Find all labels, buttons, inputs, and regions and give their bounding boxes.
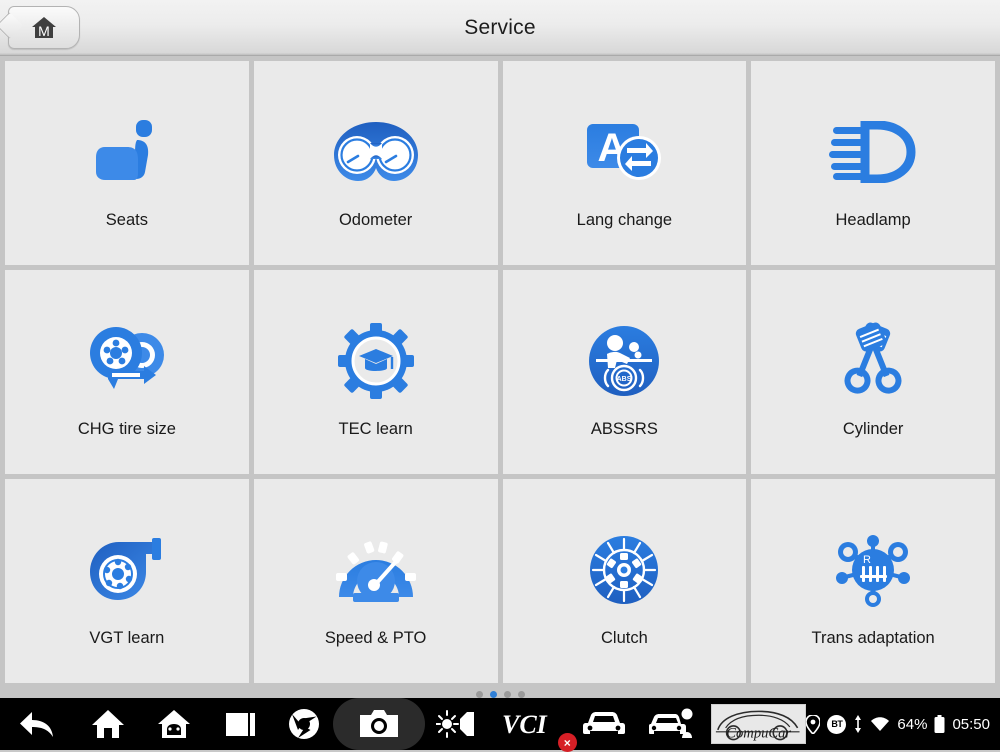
tile-label: Headlamp bbox=[835, 210, 911, 229]
android-house-icon bbox=[157, 708, 191, 740]
tile-speed-pto[interactable]: Speed & PTO bbox=[253, 479, 498, 683]
tile-label: Speed & PTO bbox=[324, 628, 427, 647]
svg-text:CompuCar: CompuCar bbox=[726, 726, 791, 742]
tile-chg-tire-size[interactable]: CHG tire size bbox=[5, 270, 249, 474]
tile-label: Lang change bbox=[576, 210, 673, 229]
gear-shift-pattern-icon: R bbox=[831, 515, 915, 625]
tile-abssrs[interactable]: ABS ABSSRS bbox=[502, 270, 747, 474]
tile-label: Cylinder bbox=[842, 419, 904, 438]
status-area: BT 64% 05:50 bbox=[806, 714, 1000, 734]
battery-percent-label: 64% bbox=[897, 715, 928, 733]
back-button[interactable] bbox=[0, 698, 74, 750]
page-dot-active[interactable] bbox=[489, 690, 497, 698]
page-dot[interactable] bbox=[503, 690, 511, 698]
location-pin-icon bbox=[806, 714, 821, 734]
page-dot[interactable] bbox=[475, 690, 483, 698]
screenshot-button[interactable] bbox=[333, 698, 425, 750]
title-bar: M Service bbox=[0, 0, 1000, 56]
svg-text:ABS: ABS bbox=[617, 376, 632, 383]
wifi-icon bbox=[870, 716, 890, 732]
language-swap-icon: A bbox=[582, 97, 666, 207]
home-icon bbox=[91, 708, 125, 740]
car-service-icon bbox=[648, 708, 695, 740]
brand-logo: CompuCar bbox=[711, 704, 807, 744]
tile-odometer[interactable]: Odometer bbox=[253, 61, 498, 265]
tile-trans-adaptation[interactable]: R Trans adaptation bbox=[751, 479, 995, 683]
tire-change-icon bbox=[84, 306, 170, 416]
crossed-pistons-icon bbox=[833, 306, 913, 416]
tile-label: Clutch bbox=[600, 628, 648, 647]
bluetooth-badge: BT bbox=[827, 714, 847, 734]
usb-transfer-icon bbox=[853, 715, 863, 733]
display-settings-button[interactable] bbox=[425, 698, 488, 750]
gear-graduation-cap-icon bbox=[337, 306, 414, 416]
vci-button[interactable]: VCI × bbox=[488, 698, 577, 752]
gauge-cluster-icon bbox=[330, 97, 422, 207]
tile-tec-learn[interactable]: TEC learn bbox=[253, 270, 498, 474]
recents-square-icon bbox=[224, 709, 258, 739]
brightness-volume-icon bbox=[436, 708, 476, 740]
android-home-button[interactable] bbox=[141, 698, 208, 750]
tile-seats[interactable]: Seats bbox=[5, 61, 249, 265]
tile-label: Trans adaptation bbox=[811, 628, 935, 647]
battery-icon bbox=[934, 715, 945, 733]
tile-label: Odometer bbox=[338, 210, 413, 229]
service-grid: Seats Odometer A Lang change Headlamp CH… bbox=[0, 56, 1000, 683]
tile-cylinder[interactable]: Cylinder bbox=[751, 270, 995, 474]
chrome-icon bbox=[288, 708, 320, 740]
tile-label: Seats bbox=[105, 210, 148, 229]
clutch-plate-icon bbox=[586, 515, 662, 625]
svg-text:VCI: VCI bbox=[502, 710, 548, 739]
tile-label: TEC learn bbox=[338, 419, 413, 438]
car-front-icon bbox=[582, 709, 626, 739]
back-arrow-icon bbox=[18, 708, 56, 740]
tile-label: CHG tire size bbox=[77, 419, 176, 438]
clock-label: 05:50 bbox=[952, 715, 990, 733]
tile-headlamp[interactable]: Headlamp bbox=[751, 61, 995, 265]
tile-clutch[interactable]: Clutch bbox=[502, 479, 747, 683]
browser-button[interactable] bbox=[274, 698, 333, 750]
tile-label: VGT learn bbox=[89, 628, 165, 647]
tile-label: ABSSRS bbox=[590, 419, 658, 438]
turbocharger-icon bbox=[86, 515, 168, 625]
svg-text:R: R bbox=[863, 554, 871, 566]
page-title: Service bbox=[464, 16, 536, 39]
recents-button[interactable] bbox=[208, 698, 275, 750]
vci-icon: VCI bbox=[500, 709, 558, 739]
car-seat-icon bbox=[91, 97, 163, 207]
abs-srs-airbag-icon: ABS bbox=[586, 306, 662, 416]
home-button[interactable] bbox=[74, 698, 141, 750]
service-button[interactable] bbox=[638, 698, 705, 750]
tile-vgt-learn[interactable]: VGT learn bbox=[5, 479, 249, 683]
vehicle-button[interactable] bbox=[570, 698, 639, 750]
page-dot[interactable] bbox=[517, 690, 525, 698]
tile-lang-change[interactable]: A Lang change bbox=[502, 61, 747, 265]
speedometer-icon bbox=[333, 515, 419, 625]
navigation-bar: VCI × CompuCar BT 64% 05:50 bbox=[0, 698, 1000, 752]
headlamp-icon bbox=[829, 97, 917, 207]
tablet-screen: M Service Seats Odometer A Lang change H… bbox=[0, 0, 1000, 752]
camera-icon bbox=[358, 708, 400, 740]
